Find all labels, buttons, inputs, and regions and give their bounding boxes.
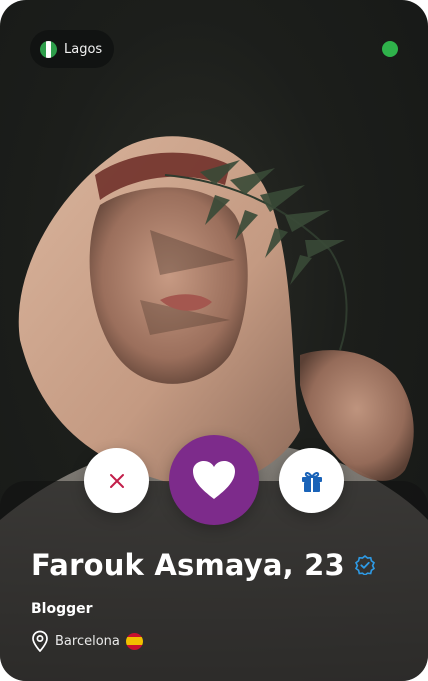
gift-button[interactable] — [279, 448, 344, 513]
heart-icon — [193, 461, 235, 499]
like-button[interactable] — [169, 435, 259, 525]
profile-card[interactable]: Lagos Farouk Asmaya, 23 Blogger Barcelon… — [0, 0, 428, 681]
location-label: Lagos — [64, 41, 103, 57]
verified-badge-icon — [354, 555, 375, 575]
profile-occupation: Blogger — [31, 601, 93, 617]
gift-icon — [301, 471, 322, 492]
close-icon — [109, 473, 124, 488]
profile-name-row: Farouk Asmaya, 23 — [31, 548, 375, 582]
pass-button[interactable] — [84, 448, 149, 513]
spain-flag-icon — [125, 632, 143, 650]
nigeria-flag-icon — [40, 40, 57, 58]
online-status-dot — [382, 41, 398, 57]
location-pill[interactable]: Lagos — [30, 30, 115, 68]
map-pin-icon — [32, 630, 48, 652]
profile-location-row: Barcelona — [31, 630, 143, 652]
profile-name: Farouk Asmaya, 23 — [31, 548, 345, 582]
profile-city: Barcelona — [55, 633, 120, 649]
